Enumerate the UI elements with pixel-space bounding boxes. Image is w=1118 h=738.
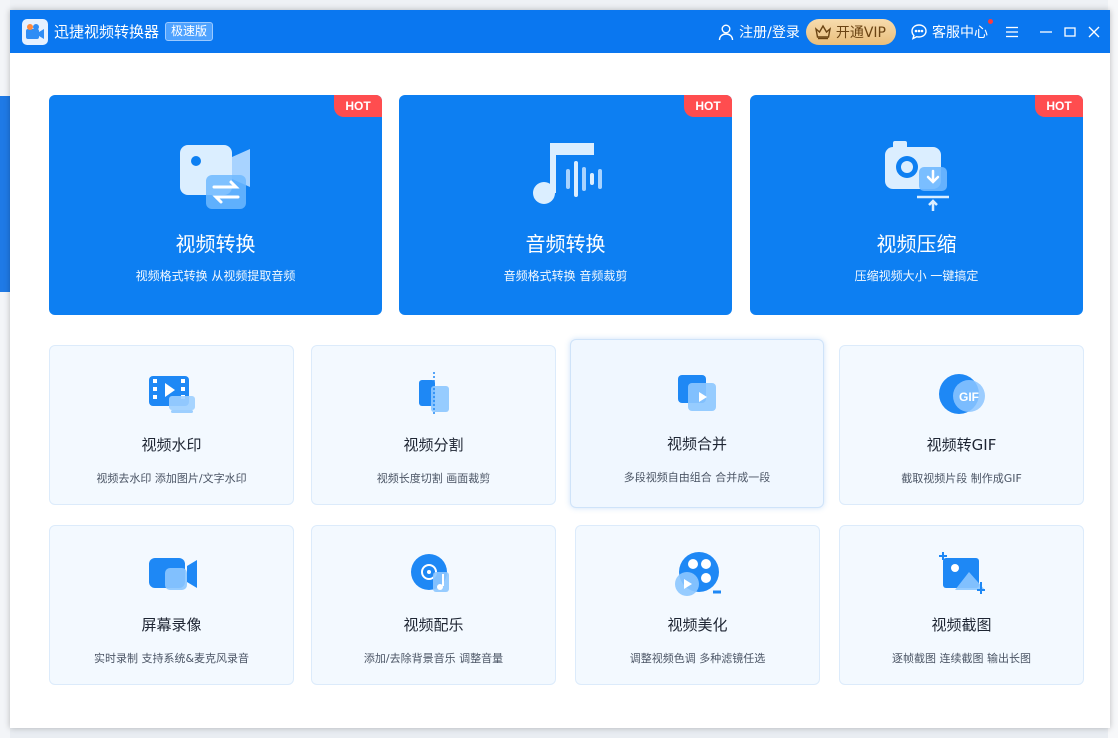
hot-badge: HOT [334, 95, 382, 117]
video-convert-subtitle: 视频格式转换 从视频提取音频 [135, 269, 296, 283]
beautify-icon [674, 552, 721, 596]
menu-button[interactable] [1000, 20, 1024, 44]
vip-label: 开通VIP [835, 24, 886, 41]
maximize-icon [1064, 26, 1076, 37]
tool-video-beautify[interactable]: 视频美化 调整视频色调 多种滤镜任选 [575, 525, 820, 685]
app-logo-icon [22, 18, 48, 45]
minimize-button[interactable] [1034, 20, 1058, 44]
customer-service-button[interactable]: 客服中心 [910, 18, 993, 42]
maximize-button[interactable] [1058, 20, 1082, 44]
audio-convert-card[interactable]: HOT 音频转换 音频格式转换 音频裁剪 [399, 95, 732, 315]
tool-video-to-gif[interactable]: GIF 视频转GIF 截取视频片段 制作成GIF [839, 345, 1084, 505]
desktop-background-top [0, 0, 1118, 10]
split-icon [418, 372, 449, 416]
gif-icon-text: GIF [959, 390, 979, 404]
screen-record-subtitle: 实时录制 支持系统&麦克风录音 [93, 652, 250, 665]
crown-icon [814, 24, 831, 39]
tool-screen-record[interactable]: 屏幕录像 实时录制 支持系统&麦克风录音 [49, 525, 294, 685]
minimize-icon [1040, 30, 1052, 33]
video-compress-subtitle: 压缩视频大小 一键搞定 [854, 269, 979, 283]
video-watermark-title: 视频水印 [141, 436, 202, 454]
video-merge-title: 视频合并 [666, 435, 727, 453]
video-convert-card[interactable]: HOT 视频转换 视频格式转换 从视频提取音频 [49, 95, 382, 315]
video-merge-subtitle: 多段视频自由组合 合并成一段 [623, 471, 771, 484]
video-beautify-subtitle: 调整视频色调 多种滤镜任选 [629, 652, 766, 665]
audio-convert-icon [532, 143, 602, 204]
video-screenshot-subtitle: 逐帧截图 连续截图 输出长图 [892, 652, 1031, 665]
watermark-icon [148, 376, 195, 413]
user-icon [718, 24, 734, 40]
tool-video-merge[interactable]: 视频合并 多段视频自由组合 合并成一段 [570, 339, 824, 508]
video-compress-card[interactable]: HOT 视频压缩 压缩视频大小 一键搞定 [750, 95, 1083, 315]
video-split-title: 视频分割 [403, 436, 464, 454]
edition-badge: 极速版 [165, 22, 214, 41]
gif-icon: GIF [938, 374, 985, 414]
screenshot-icon [938, 552, 985, 594]
app-window: 迅捷视频转换器 极速版 注册/登录 开通VIP 客服中心 HOT 视频转换 视频… [10, 10, 1110, 728]
merge-icon [678, 375, 716, 411]
video-to-gif-subtitle: 截取视频片段 制作成GIF [901, 472, 1022, 485]
video-convert-title: 视频转换 [175, 232, 256, 256]
login-label: 注册/登录 [739, 24, 800, 41]
video-compress-icon [884, 141, 949, 211]
hot-badge: HOT [1035, 95, 1083, 117]
video-music-title: 视频配乐 [403, 616, 464, 634]
login-button[interactable]: 注册/登录 [717, 22, 800, 42]
music-icon [410, 554, 449, 592]
hamburger-icon [1006, 26, 1018, 37]
video-compress-title: 视频压缩 [876, 232, 957, 256]
close-button[interactable] [1082, 20, 1106, 44]
hot-badge: HOT [684, 95, 732, 117]
video-music-subtitle: 添加/去除背景音乐 调整音量 [363, 652, 504, 665]
tool-video-watermark[interactable]: 视频水印 视频去水印 添加图片/文字水印 [49, 345, 294, 505]
tool-video-music[interactable]: 视频配乐 添加/去除背景音乐 调整音量 [311, 525, 556, 685]
tool-video-split[interactable]: 视频分割 视频长度切割 画面裁剪 [311, 345, 556, 505]
video-split-subtitle: 视频长度切割 画面裁剪 [376, 472, 491, 485]
chat-icon [911, 23, 927, 40]
notification-dot [988, 18, 993, 24]
desktop-background-left [0, 0, 10, 738]
title-bar[interactable]: 迅捷视频转换器 极速版 注册/登录 开通VIP 客服中心 [10, 10, 1110, 53]
video-screenshot-title: 视频截图 [931, 616, 992, 634]
video-convert-icon [179, 145, 250, 209]
tool-video-screenshot[interactable]: 视频截图 逐帧截图 连续截图 输出长图 [839, 525, 1084, 685]
video-watermark-subtitle: 视频去水印 添加图片/文字水印 [96, 472, 247, 485]
video-beautify-title: 视频美化 [667, 616, 728, 634]
video-to-gif-title: 视频转GIF [926, 436, 997, 454]
audio-convert-subtitle: 音频格式转换 音频裁剪 [503, 269, 628, 283]
close-icon [1088, 26, 1100, 37]
screen-record-title: 屏幕录像 [141, 616, 202, 634]
audio-convert-title: 音频转换 [525, 232, 606, 256]
vip-button[interactable]: 开通VIP [805, 18, 896, 45]
customer-service-label: 客服中心 [932, 24, 988, 41]
main-content: HOT 视频转换 视频格式转换 从视频提取音频 HOT 音频转换 音频格式转换 … [10, 53, 1110, 728]
app-title: 迅捷视频转换器 [54, 23, 160, 41]
screen-record-icon [148, 558, 197, 590]
